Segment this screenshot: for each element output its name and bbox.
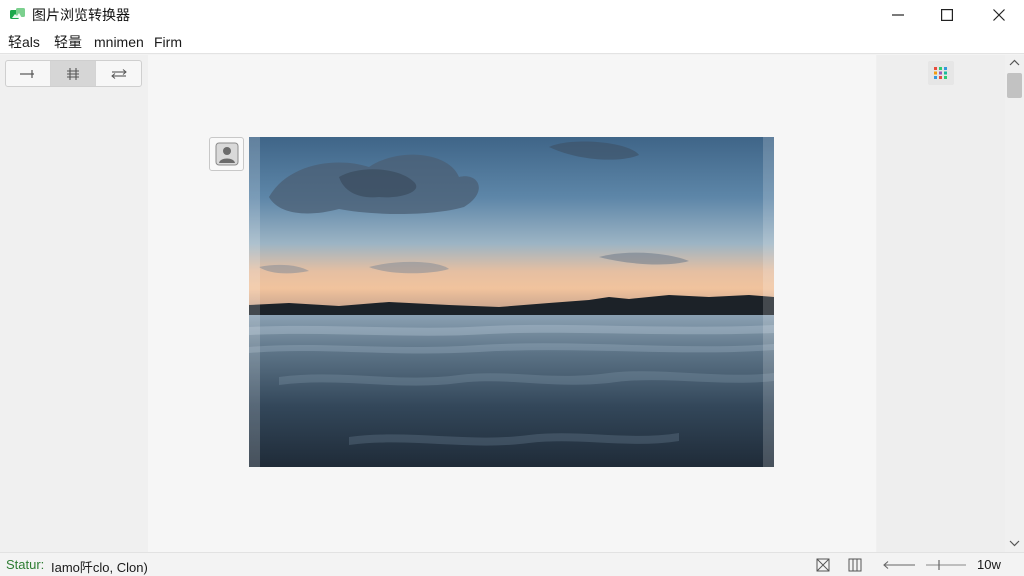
view-mode-toolbar [5, 60, 142, 87]
transfer-icon [110, 68, 127, 79]
app-logo-icon [10, 8, 25, 19]
title-bar: 图片浏览转换器 [0, 0, 1024, 30]
maximize-button[interactable] [922, 0, 972, 30]
menu-item-1[interactable]: 轻als [8, 34, 40, 50]
vertical-scrollbar[interactable] [1005, 55, 1024, 552]
status-bar: Statur: Iamo阡clo, Clon) 10w [0, 552, 1024, 576]
preview-image [249, 137, 774, 467]
minimize-icon [892, 14, 904, 16]
scroll-thumb[interactable] [1007, 73, 1022, 98]
zoom-level: 10w [977, 557, 1001, 572]
status-label: Statur: [6, 557, 45, 572]
grid-icon [934, 67, 947, 79]
fit-screen-icon[interactable] [816, 558, 830, 572]
columns-view-icon[interactable] [848, 558, 862, 572]
menu-item-3[interactable]: mnimen [94, 34, 144, 50]
app-window: 图片浏览转换器 轻als 轻量 mnimen Firm Statur: Iamo… [0, 0, 1024, 576]
arrow-right-icon [20, 69, 34, 78]
zoom-out-icon[interactable] [882, 559, 916, 571]
zoom-slider[interactable] [925, 559, 967, 571]
scroll-down-icon[interactable] [1009, 539, 1020, 547]
transfer-mode-button[interactable] [96, 61, 141, 86]
person-icon [215, 142, 238, 166]
columns-icon [67, 67, 79, 80]
close-button[interactable] [974, 0, 1024, 30]
menu-item-2[interactable]: 轻量 [54, 34, 82, 50]
menu-item-4[interactable]: Firm [154, 34, 182, 50]
grid-view-button[interactable] [928, 61, 954, 85]
landscape-photo [249, 137, 774, 467]
window-title: 图片浏览转换器 [32, 7, 130, 23]
menu-bar: 轻als 轻量 mnimen Firm [0, 30, 1024, 54]
scroll-up-icon[interactable] [1009, 59, 1020, 67]
maximize-icon [941, 9, 953, 21]
right-panel [877, 55, 1005, 552]
close-icon [993, 9, 1005, 21]
status-text: Iamo阡clo, Clon) [51, 560, 148, 575]
columns-mode-button[interactable] [51, 61, 96, 86]
minimize-button[interactable] [873, 0, 923, 30]
arrow-mode-button[interactable] [6, 61, 51, 86]
profile-button[interactable] [209, 137, 244, 171]
